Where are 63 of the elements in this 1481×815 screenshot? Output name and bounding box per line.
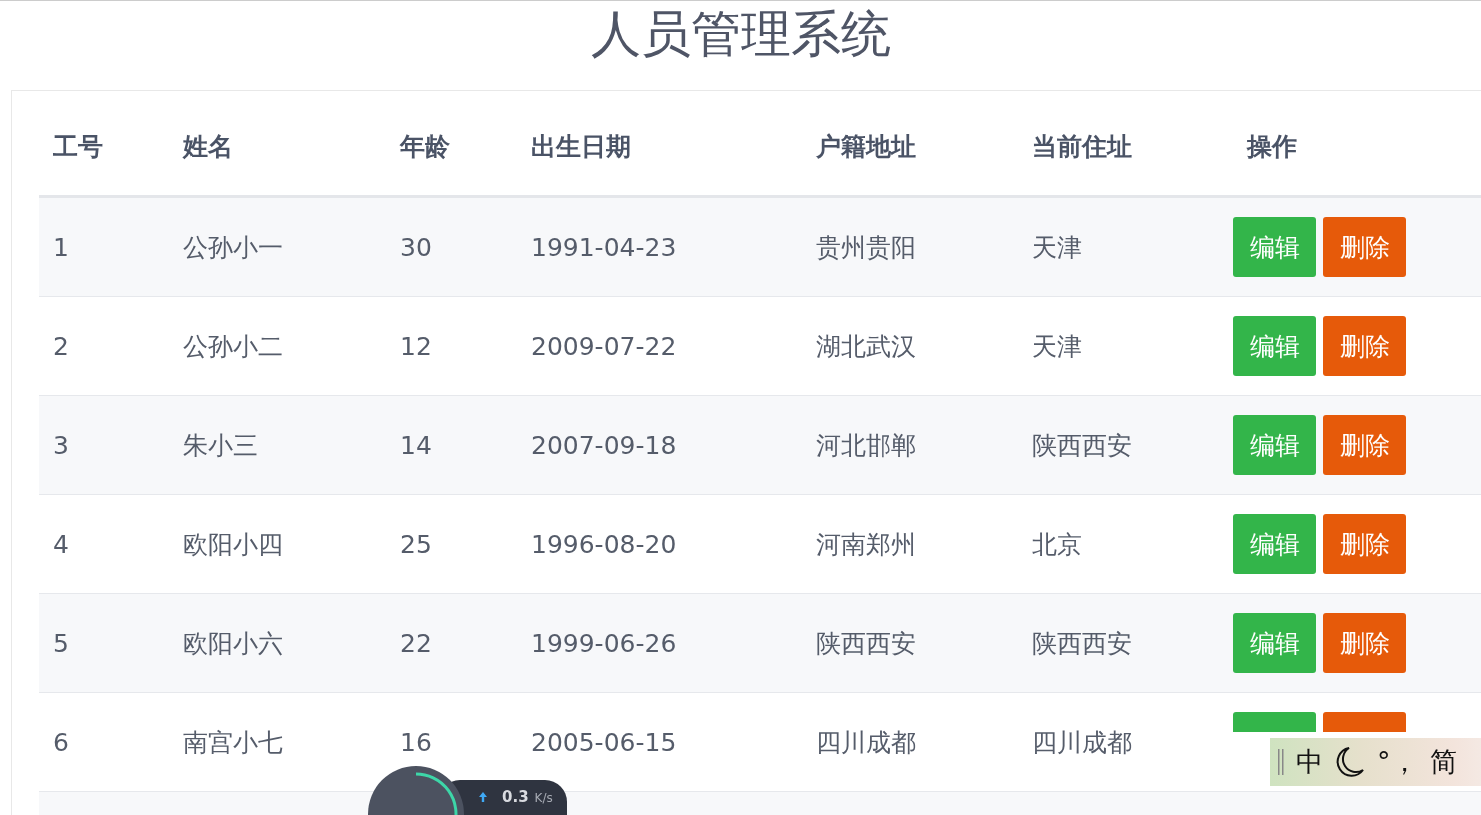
table-cell: 四川成都	[816, 727, 916, 757]
table-cell: 1999-06-26	[531, 628, 677, 658]
script-toggle[interactable]: 简	[1429, 744, 1457, 780]
table-cell: 16	[400, 727, 432, 757]
table-cell: 2007-09-18	[531, 430, 677, 460]
table-cell: 公孙小一	[183, 232, 283, 262]
column-header: 出生日期	[531, 131, 631, 161]
table-cell: 欧阳小六	[183, 628, 283, 658]
delete-button[interactable]: 删除	[1323, 415, 1406, 475]
table-cell: 河南郑州	[816, 529, 916, 559]
edit-button[interactable]: 编辑	[1233, 514, 1316, 574]
table-cell: 4	[53, 529, 69, 559]
speed-unit: K/s	[534, 791, 553, 805]
table-cell: 1991-04-23	[531, 232, 677, 262]
column-header: 年龄	[400, 131, 450, 161]
moon-icon[interactable]	[1335, 746, 1365, 778]
table-cell: 贵州贵阳	[816, 232, 916, 262]
table-cell: 22	[400, 628, 432, 658]
table-cell: 2009-07-22	[531, 331, 677, 361]
drag-handle-icon[interactable]	[1278, 749, 1284, 775]
upload-speed: 0.3	[502, 788, 529, 806]
table-cell: 南宫小七	[183, 727, 283, 757]
table-cell: 1996-08-20	[531, 529, 677, 559]
table-cell: 四川成都	[1032, 727, 1132, 757]
column-header: 姓名	[183, 131, 233, 161]
edit-button[interactable]: 编辑	[1233, 613, 1316, 673]
table-cell: 2	[53, 331, 69, 361]
delete-button[interactable]: 删除	[1323, 514, 1406, 574]
table-cell: 25	[400, 529, 432, 559]
table-cell: 12	[400, 331, 432, 361]
table-cell: 5	[53, 628, 69, 658]
gauge-arc	[415, 772, 458, 815]
column-header: 户籍地址	[816, 131, 916, 161]
page-title: 人员管理系统	[589, 4, 892, 65]
table-cell: 湖北武汉	[816, 331, 916, 361]
punctuation-toggle[interactable]: °，	[1377, 744, 1418, 780]
delete-button[interactable]: 删除	[1323, 613, 1406, 673]
delete-button[interactable]: 删除	[1323, 316, 1406, 376]
table-cell: 30	[400, 232, 432, 262]
table-cell: 14	[400, 430, 432, 460]
column-header: 操作	[1247, 131, 1297, 161]
table-cell: 陕西西安	[1032, 430, 1132, 460]
table-cell: 1	[53, 232, 69, 262]
table-cell: 陕西西安	[816, 628, 916, 658]
table-cell: 天津	[1032, 232, 1082, 262]
table-cell: 天津	[1032, 331, 1082, 361]
column-header: 当前住址	[1032, 131, 1132, 161]
table-cell: 北京	[1032, 529, 1082, 559]
table-cell: 2005-06-15	[531, 727, 677, 757]
table-cell: 朱小三	[183, 430, 258, 460]
edit-button[interactable]: 编辑	[1233, 415, 1316, 475]
upload-arrow-icon	[478, 791, 488, 803]
table-cell: 6	[53, 727, 69, 757]
table-cell: 河北邯郸	[816, 430, 916, 460]
ime-mode-toggle[interactable]: 中	[1296, 744, 1323, 780]
edit-button[interactable]: 编辑	[1233, 316, 1316, 376]
column-header: 工号	[53, 131, 103, 161]
table-cell: 陕西西安	[1032, 628, 1132, 658]
table-cell: 公孙小二	[183, 331, 283, 361]
edit-button[interactable]: 编辑	[1233, 217, 1316, 277]
table-cell: 3	[53, 430, 69, 460]
table-cell: 欧阳小四	[183, 529, 283, 559]
delete-button[interactable]: 删除	[1323, 217, 1406, 277]
